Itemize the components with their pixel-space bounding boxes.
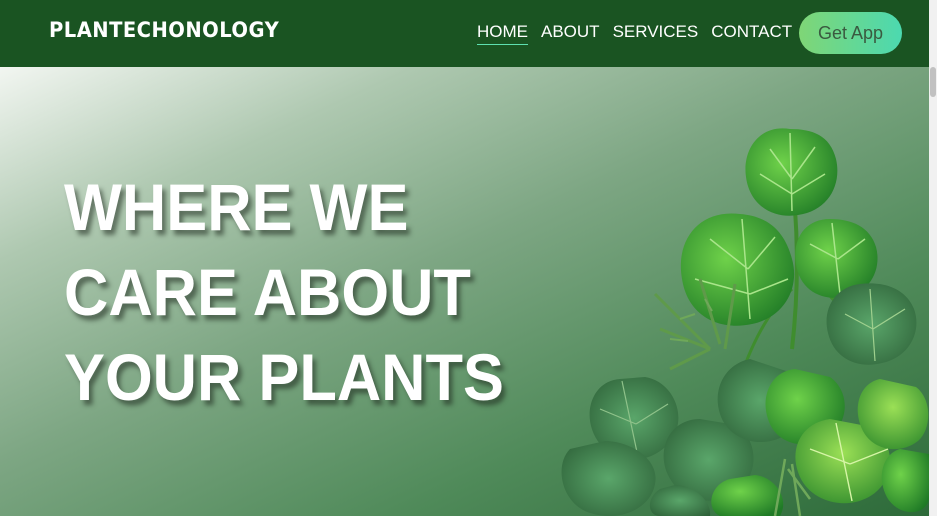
top-navbar: PLANTECHONOLOGY HOME ABOUT SERVICES CONT… <box>0 0 937 67</box>
nav-link-about[interactable]: ABOUT <box>541 22 600 45</box>
scrollbar-thumb[interactable] <box>930 67 936 97</box>
hero-section: WHERE WE CARE ABOUT YOUR PLANTS <box>0 67 929 516</box>
page-scrollbar[interactable] <box>929 0 937 516</box>
headline-line-2: CARE ABOUT <box>64 255 471 329</box>
headline-line-3: YOUR PLANTS <box>64 340 504 414</box>
hero-headline: WHERE WE CARE ABOUT YOUR PLANTS <box>64 165 504 420</box>
nav-link-home[interactable]: HOME <box>477 22 528 45</box>
get-app-button[interactable]: Get App <box>799 12 902 54</box>
nav-link-contact[interactable]: CONTACT <box>711 22 792 45</box>
headline-line-1: WHERE WE <box>64 170 409 244</box>
brand-logo[interactable]: PLANTECHONOLOGY <box>49 18 279 42</box>
nav-link-services[interactable]: SERVICES <box>613 22 699 45</box>
main-nav: HOME ABOUT SERVICES CONTACT <box>477 22 792 45</box>
monstera-plants-illustration <box>561 128 929 516</box>
